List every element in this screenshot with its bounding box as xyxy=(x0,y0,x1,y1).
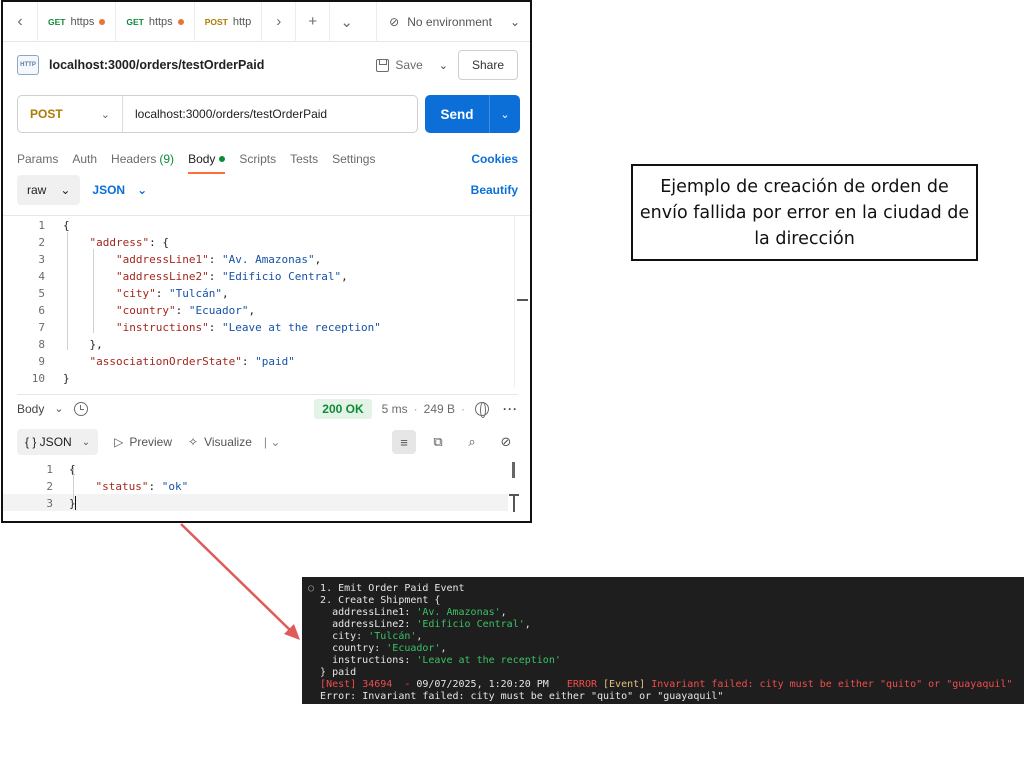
terminal-error-line: [Nest] 34694 - 09/07/2025, 1:20:20 PM ER… xyxy=(308,679,1024,691)
terminal-line: 2. Create Shipment { xyxy=(320,595,441,606)
nest-time: 09/07/2025, 1:20:20 PM xyxy=(416,679,567,690)
terminal-line: instructions: 'Leave at the reception' xyxy=(308,655,561,666)
terminal-line: addressLine2: 'Edificio Central', xyxy=(308,619,531,630)
terminal-line: ○ 1. Emit Order Paid Event xyxy=(308,583,465,594)
nest-message: Invariant failed: city must be either "q… xyxy=(651,679,1013,690)
nest-level: ERROR xyxy=(566,679,604,690)
terminal-line: country: 'Ecuador', xyxy=(308,643,447,654)
terminal-line: city: 'Tulcán', xyxy=(308,631,423,642)
terminal-output: ○ 1. Emit Order Paid Event 2. Create Shi… xyxy=(302,577,1024,704)
terminal-line: addressLine1: 'Av. Amazonas', xyxy=(308,607,507,618)
nest-prefix: [Nest] 34694 - xyxy=(320,679,417,690)
terminal-bullet-icon: ○ xyxy=(308,583,321,594)
terminal-line: } paid xyxy=(320,667,357,678)
arrow-line xyxy=(180,523,293,633)
nest-context: [Event] xyxy=(603,679,652,690)
terminal-line: Error: Invariant failed: city must be ei… xyxy=(320,691,724,702)
